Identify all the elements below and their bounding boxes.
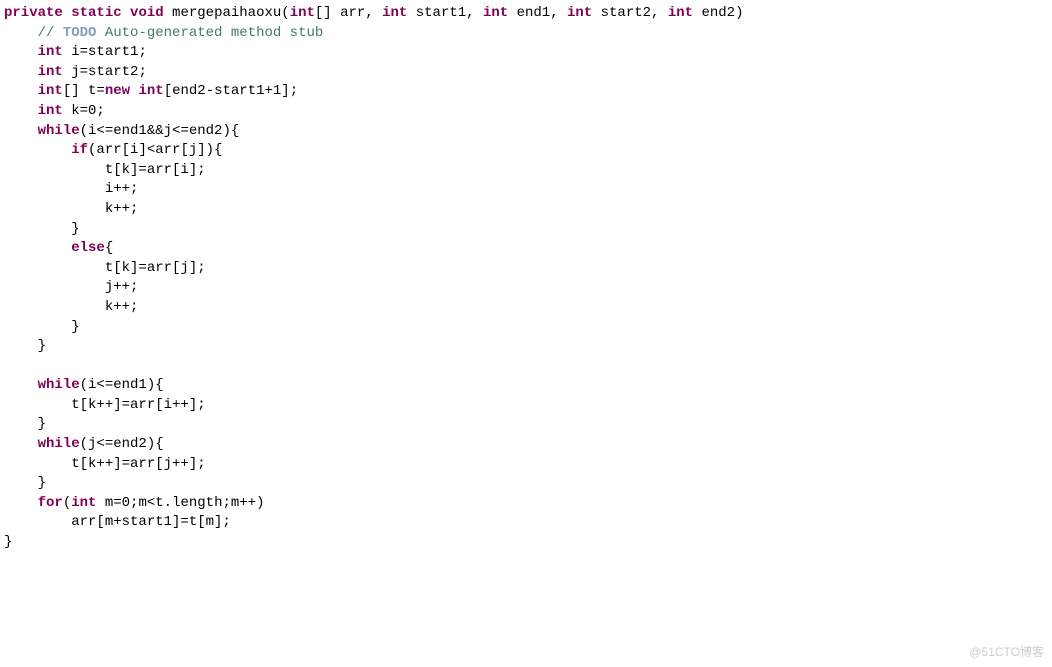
stmt: i=start1; <box>63 44 147 60</box>
indent <box>4 25 38 41</box>
kw-int: int <box>38 83 63 99</box>
comment: // <box>38 25 63 41</box>
stmt: (i<=end1&&j<=end2){ <box>80 123 240 139</box>
brace: } <box>4 475 46 491</box>
brace: { <box>105 240 113 256</box>
todo-tag: TODO <box>63 25 97 41</box>
kw-int: int <box>290 5 315 21</box>
watermark: @51CTO博客 <box>969 644 1044 661</box>
kw-else: else <box>71 240 105 256</box>
kw-int: int <box>668 5 693 21</box>
brace: } <box>4 319 80 335</box>
kw-int: int <box>138 83 163 99</box>
brace: } <box>4 338 46 354</box>
indent <box>4 495 38 511</box>
stmt: ( <box>63 495 71 511</box>
brace: } <box>4 534 12 550</box>
stmt: (j<=end2){ <box>80 436 164 452</box>
stmt: j=start2; <box>63 64 147 80</box>
stmt: t[k]=arr[j]; <box>4 260 206 276</box>
kw-int: int <box>38 44 63 60</box>
stmt: t[k]=arr[i]; <box>4 162 206 178</box>
indent <box>4 44 38 60</box>
stmt: (i<=end1){ <box>80 377 164 393</box>
stmt: [] t= <box>63 83 105 99</box>
indent <box>4 436 38 452</box>
comment: Auto-generated method stub <box>96 25 323 41</box>
indent <box>4 64 38 80</box>
kw-while: while <box>38 436 80 452</box>
stmt: arr[m+start1]=t[m]; <box>4 514 231 530</box>
kw-int: int <box>382 5 407 21</box>
kw-new: new <box>105 83 130 99</box>
stmt: t[k++]=arr[i++]; <box>4 397 206 413</box>
indent <box>4 377 38 393</box>
kw-while: while <box>38 123 80 139</box>
param: end1, <box>508 5 567 21</box>
kw-int: int <box>567 5 592 21</box>
kw-int: int <box>483 5 508 21</box>
indent <box>4 142 71 158</box>
indent <box>4 123 38 139</box>
stmt: k=0; <box>63 103 105 119</box>
kw-private: private <box>4 5 63 21</box>
brace: } <box>4 221 80 237</box>
kw-for: for <box>38 495 63 511</box>
brace: } <box>4 416 46 432</box>
stmt: t[k++]=arr[j++]; <box>4 456 206 472</box>
param: end2) <box>693 5 743 21</box>
kw-int: int <box>71 495 96 511</box>
kw-void: void <box>130 5 164 21</box>
kw-int: int <box>38 64 63 80</box>
stmt: i++; <box>4 181 138 197</box>
param: start2, <box>592 5 668 21</box>
kw-while: while <box>38 377 80 393</box>
stmt: [end2-start1+1]; <box>164 83 298 99</box>
param: start1, <box>407 5 483 21</box>
stmt: j++; <box>4 279 138 295</box>
stmt: k++; <box>4 299 138 315</box>
stmt: (arr[i]<arr[j]){ <box>88 142 222 158</box>
param: [] arr, <box>315 5 382 21</box>
stmt: k++; <box>4 201 138 217</box>
code-block: private static void mergepaihaoxu(int[] … <box>0 0 1052 553</box>
stmt: m=0;m<t.length;m++) <box>96 495 264 511</box>
kw-static: static <box>71 5 121 21</box>
kw-int: int <box>38 103 63 119</box>
fn-name: mergepaihaoxu( <box>164 5 290 21</box>
indent <box>4 83 38 99</box>
indent <box>4 103 38 119</box>
kw-if: if <box>71 142 88 158</box>
indent <box>4 240 71 256</box>
